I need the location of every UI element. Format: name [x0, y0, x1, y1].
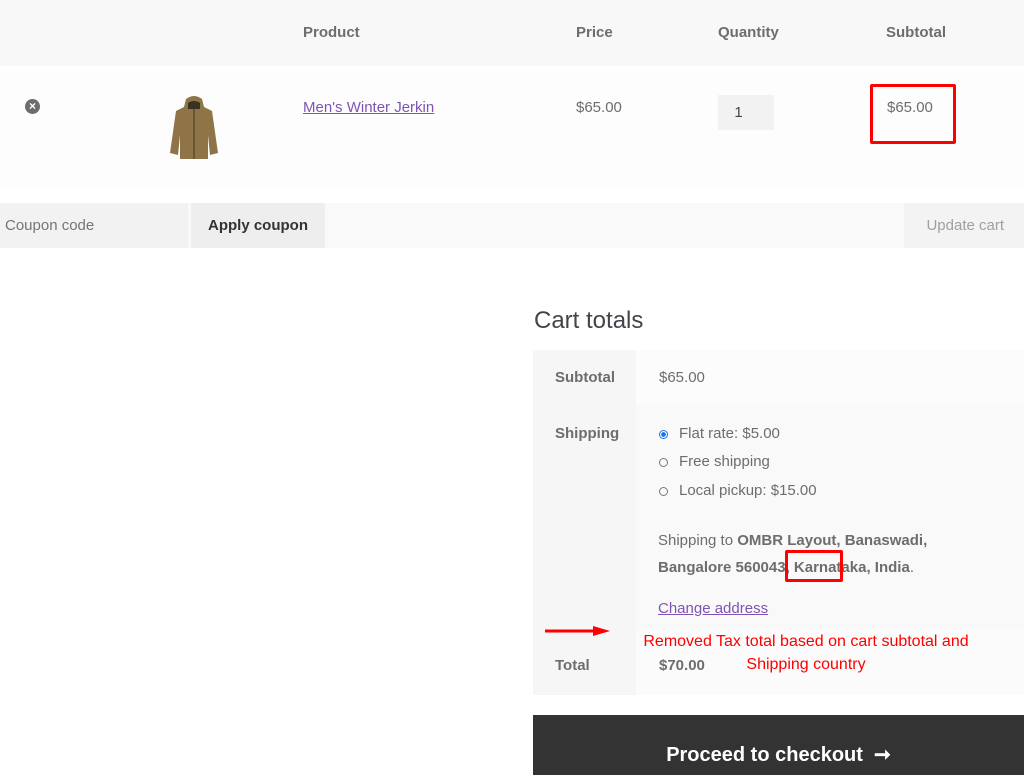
cart-table-header: [0, 0, 1024, 66]
arrow-right-icon: ➞: [874, 744, 891, 766]
total-label: Total: [555, 657, 590, 674]
shipping-to-prefix: Shipping to: [658, 532, 738, 549]
header-product: Product: [303, 24, 360, 41]
header-quantity: Quantity: [718, 24, 779, 41]
shipping-option-radio-local-pickup[interactable]: [659, 487, 668, 496]
annotation-arrow-icon: [545, 626, 610, 636]
header-price: Price: [576, 24, 613, 41]
subtotal-label: Subtotal: [555, 369, 615, 386]
product-link[interactable]: Men's Winter Jerkin: [303, 99, 434, 116]
quantity-input[interactable]: [718, 95, 774, 130]
shipping-option-label[interactable]: Local pickup: $15.00: [679, 482, 817, 499]
shipping-country: India: [874, 559, 910, 576]
shipping-option-radio-free[interactable]: [659, 458, 668, 467]
subtotal-value: $65.00: [659, 369, 705, 386]
annotation-highlight-subtotal: [870, 84, 956, 144]
annotation-highlight-country: [785, 550, 843, 582]
product-price: $65.00: [576, 99, 622, 116]
header-subtotal: Subtotal: [886, 24, 946, 41]
jacket-icon: [170, 96, 218, 159]
shipping-suffix: .: [909, 559, 914, 576]
proceed-to-checkout-button[interactable]: Proceed to checkout ➞: [533, 715, 1024, 775]
cart-totals-title: Cart totals: [534, 307, 644, 334]
shipping-option-radio-flat-rate[interactable]: [659, 430, 668, 439]
shipping-label: Shipping: [555, 425, 620, 442]
update-cart-button[interactable]: Update cart: [904, 203, 1024, 248]
shipping-option-label[interactable]: Free shipping: [679, 453, 770, 470]
change-address-link[interactable]: Change address: [658, 600, 768, 617]
shipping-option-label[interactable]: Flat rate: $5.00: [679, 425, 780, 442]
checkout-label: Proceed to checkout: [666, 744, 863, 766]
coupon-code-input[interactable]: [0, 203, 188, 248]
apply-coupon-button[interactable]: Apply coupon: [191, 203, 325, 248]
annotation-note: Removed Tax total based on cart subtotal…: [643, 633, 969, 673]
remove-item-icon[interactable]: ×: [25, 99, 40, 114]
product-thumbnail[interactable]: [166, 95, 222, 162]
